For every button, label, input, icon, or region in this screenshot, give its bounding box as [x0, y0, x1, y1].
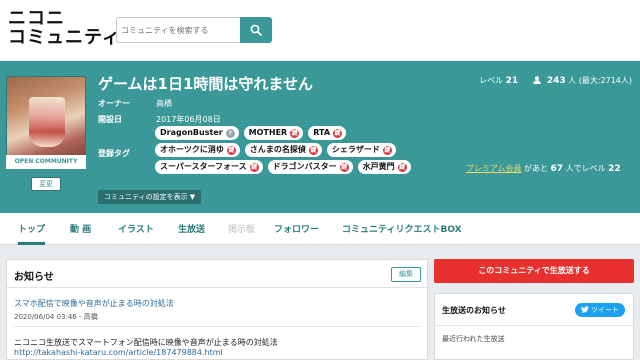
tab-live[interactable]: 生放送 — [178, 213, 205, 245]
community-tabs: トップ 動 画 イラスト 生放送 掲示板 フォロワー コミュニティリクエストBO… — [0, 213, 640, 245]
notice-header: お知らせ 編集 — [7, 260, 429, 288]
member-icon — [533, 76, 541, 84]
tag-list: DragonBuster? MOTHER 鍵 RTA 鍵 オホーツクに消ゆ鍵 さんま… — [155, 126, 455, 177]
notice-panel: お知らせ 編集 スマホ配信で映像や音声が止まる時の対処法 2020/06/04 … — [6, 259, 429, 360]
lock-icon: 鍵 — [308, 145, 318, 155]
community-banner: OPEN COMMUNITY 変更 ゲームは1日1時間は守れません レベル 21… — [0, 61, 640, 213]
search-input[interactable] — [117, 18, 241, 43]
premium-next-level: 22 — [608, 164, 621, 174]
lock-icon: 鍵 — [397, 162, 407, 172]
community-stats: レベル 21 243 人 (最大:2714人) — [479, 75, 632, 86]
tag-item[interactable]: MOTHER 鍵 — [243, 126, 304, 140]
level-label: レベル — [479, 76, 504, 85]
tweet-label: ツイート — [591, 306, 619, 314]
live-notice-title: 生放送のお知らせ — [442, 306, 506, 315]
member-max: (最大:2714人) — [578, 76, 632, 85]
opened-date: 2017年06月08日 — [156, 115, 221, 124]
tag-item[interactable]: ドラゴンバスター鍵 — [267, 160, 353, 174]
logo-line-1: ニコニ — [8, 8, 65, 29]
premium-count: 67 — [550, 164, 564, 174]
tab-videos[interactable]: 動 画 — [70, 213, 91, 245]
search-button[interactable] — [240, 17, 272, 43]
divider — [435, 325, 635, 326]
tab-illust[interactable]: イラスト — [118, 213, 154, 245]
top-header: ニコニ コミュニティ — [0, 0, 640, 60]
tag-item[interactable]: スーパースターフォース鍵 — [155, 160, 263, 174]
tag-item[interactable]: RTA 鍵 — [308, 126, 347, 140]
tag-item[interactable]: DragonBuster? — [155, 126, 239, 140]
open-community-badge: OPEN COMMUNITY — [6, 155, 86, 169]
notice-item-url[interactable]: http://takahashi-kataru.com/article/1874… — [14, 348, 223, 357]
notice-title: お知らせ — [14, 272, 54, 283]
tab-followers[interactable]: フォロワー — [274, 213, 319, 245]
member-unit: 人 — [568, 76, 577, 85]
member-count: 243 — [546, 76, 566, 86]
search-icon — [250, 24, 262, 36]
lock-icon: 鍵 — [249, 162, 259, 172]
logo-line-2: コミュニティ — [8, 27, 121, 48]
owner-label: オーナー — [98, 99, 130, 108]
tab-request-box[interactable]: コミュニティリクエストBOX — [342, 213, 462, 245]
niconico-community-logo[interactable]: ニコニ コミュニティ — [8, 9, 121, 47]
change-thumbnail-button[interactable]: 変更 — [31, 177, 61, 191]
notice-item-body: ニコニコ生放送でスマートフォン配信時に映像や音声が止まる時の対処法 — [14, 338, 278, 347]
tag-item[interactable]: さんまの名探偵鍵 — [244, 143, 322, 157]
tweet-button[interactable]: ツイート — [575, 303, 625, 317]
notice-item-meta: 2020/06/04 03:46 - 高橋 — [14, 313, 98, 321]
tab-bbs: 掲示板 — [228, 225, 256, 235]
community-thumbnail — [6, 76, 86, 166]
tab-top[interactable]: トップ — [18, 213, 46, 245]
tags-label: 登録タグ — [98, 149, 130, 158]
owner-name[interactable]: 高橋 — [156, 98, 172, 109]
recent-live-label: 最近行われた生放送 — [442, 335, 505, 343]
twitter-bird-icon — [581, 306, 589, 313]
premium-level-info: プレミアム会員 があと 67 人でレベル 22 — [466, 163, 621, 174]
premium-text-2: 人でレベル — [565, 164, 606, 173]
level-value: 21 — [505, 76, 519, 86]
edit-notice-button[interactable]: 編集 — [391, 267, 421, 282]
opened-label: 開設日 — [98, 115, 122, 124]
live-notice-panel: 生放送のお知らせ ツイート 最近行われた生放送 — [434, 293, 635, 360]
premium-text-1: があと — [524, 164, 548, 173]
divider — [14, 326, 420, 327]
show-settings-button[interactable]: コミュニティの設定を表示 ▼ — [98, 190, 202, 204]
question-icon: ? — [225, 128, 235, 138]
tag-item[interactable]: 水戸黄門鍵 — [357, 160, 411, 174]
search-field[interactable] — [116, 17, 241, 43]
tag-item[interactable]: オホーツクに消ゆ鍵 — [155, 143, 240, 157]
lock-icon: 鍵 — [333, 128, 343, 138]
community-title: ゲームは1日1時間は守れません — [98, 75, 313, 93]
premium-member-link[interactable]: プレミアム会員 — [466, 164, 521, 173]
start-live-button[interactable]: このコミュニティで生放送する — [434, 259, 634, 283]
lock-icon: 鍵 — [339, 162, 349, 172]
lock-icon: 鍵 — [382, 145, 392, 155]
lock-icon: 鍵 — [290, 128, 300, 138]
notice-item-title[interactable]: スマホ配信で映像や音声が止まる時の対処法 — [14, 298, 174, 309]
tag-item[interactable]: シェラザード鍵 — [326, 143, 396, 157]
lock-icon: 鍵 — [226, 145, 236, 155]
